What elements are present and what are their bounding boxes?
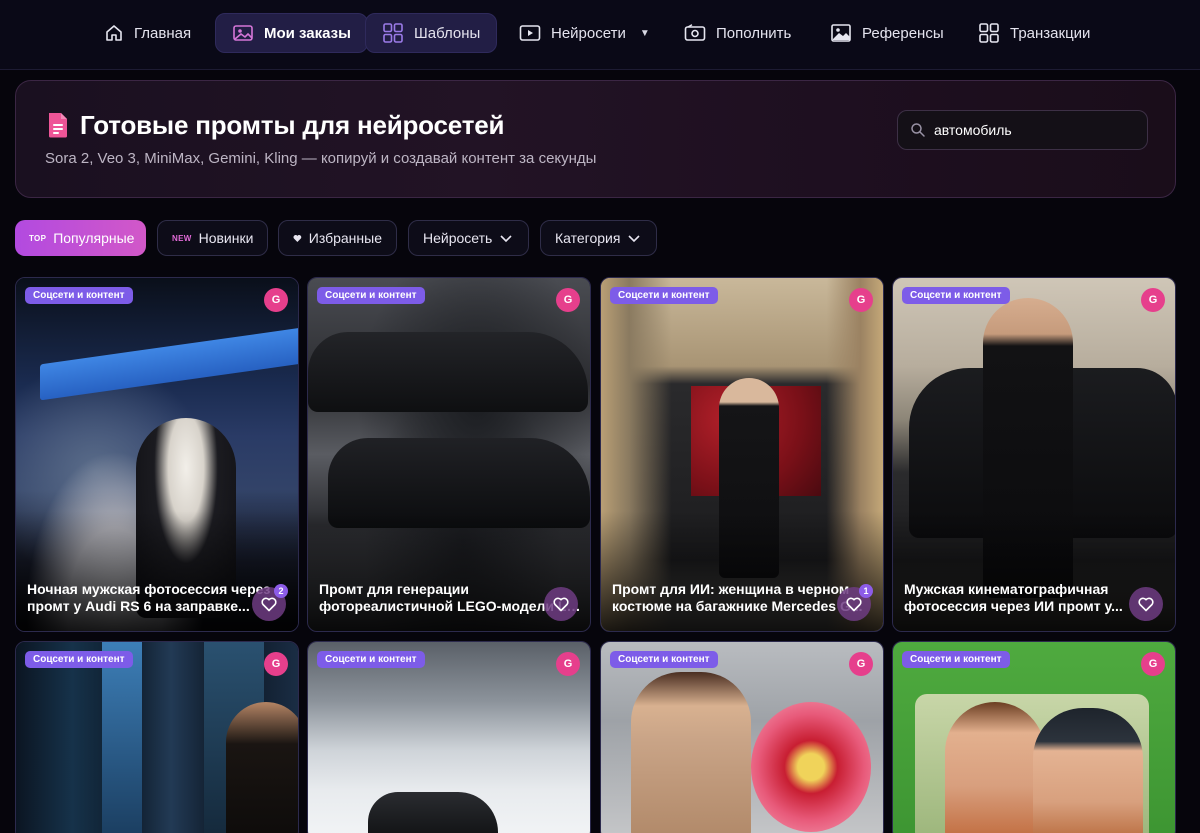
category-badge: Соцсети и контент: [902, 651, 1010, 668]
category-badge: Соцсети и контент: [610, 287, 718, 304]
nav-my-orders-label: Мои заказы: [264, 24, 351, 42]
hero-banner: Готовые промты для нейросетей Sora 2, Ve…: [15, 80, 1176, 198]
template-card[interactable]: Соцсети и контент G Промт для ИИ: женщин…: [600, 277, 884, 632]
like-count: 2: [274, 584, 288, 598]
card-title-line-1: Мужская кинематографичная: [904, 581, 1109, 597]
filter-network-label: Нейросеть: [423, 230, 493, 246]
nav-my-orders[interactable]: Мои заказы: [215, 13, 368, 53]
nav-transactions[interactable]: Транзакции: [962, 13, 1106, 53]
model-icon: G: [1141, 288, 1165, 312]
page-subtitle: Sora 2, Veo 3, MiniMax, Gemini, Kling — …: [45, 150, 597, 167]
filter-category-label: Категория: [555, 230, 621, 246]
card-title: Промт для генерации фотореалистичной LEG…: [319, 581, 581, 615]
template-card[interactable]: Соцсети и контент G: [307, 641, 591, 833]
favorite-button[interactable]: 2: [252, 584, 288, 621]
card-title-line-1: Промт для ИИ: женщина в черном: [612, 581, 850, 597]
template-card[interactable]: Соцсети и контент G: [892, 641, 1176, 833]
card-title-line-2: костюме на багажнике Mercedes G...: [612, 598, 863, 614]
chevron-down-icon: [628, 235, 641, 243]
heart-outline-icon: [261, 597, 277, 611]
model-icon: G: [1141, 652, 1165, 676]
top-tag: TOP: [29, 233, 47, 243]
like-count: 1: [859, 584, 873, 598]
card-title-line-2: фотосессия через ИИ промт у...: [904, 598, 1123, 614]
filter-popular-button[interactable]: TOP Популярные: [15, 220, 146, 256]
favorite-button[interactable]: [1129, 587, 1163, 621]
model-icon: G: [264, 652, 288, 676]
model-icon: G: [556, 652, 580, 676]
grid-icon: [979, 23, 999, 43]
favorite-button[interactable]: 1: [837, 584, 873, 621]
nav-top-up[interactable]: Пополнить: [668, 13, 807, 53]
heart-outline-icon: [553, 597, 569, 611]
heart-outline-icon: [1138, 597, 1154, 611]
nav-templates-label: Шаблоны: [414, 24, 481, 42]
filter-new-button[interactable]: NEW Новинки: [157, 220, 268, 256]
category-badge: Соцсети и контент: [902, 287, 1010, 304]
document-icon: [49, 113, 67, 138]
card-title-line-1: Промт для генерации: [319, 581, 469, 597]
nav-templates[interactable]: Шаблоны: [365, 13, 498, 53]
new-tag: NEW: [172, 233, 192, 243]
nav-home-label: Главная: [134, 24, 192, 42]
filter-favorites-button[interactable]: Избранные: [278, 220, 397, 256]
filter-popular-label: Популярные: [53, 230, 135, 246]
category-badge: Соцсети и контент: [317, 651, 425, 668]
chevron-down-icon: ▼: [639, 27, 650, 39]
card-title-line-2: промт у Audi RS 6 на заправке...: [27, 598, 250, 614]
card-title-line-2: фотореалистичной LEGO-модели LADA: [319, 598, 581, 614]
heart-icon: [293, 234, 302, 242]
category-badge: Соцсети и контент: [610, 651, 718, 668]
category-badge: Соцсети и контент: [25, 651, 133, 668]
play-icon: [519, 25, 541, 41]
heart-outline-icon: [846, 597, 862, 611]
nav-top-up-label: Пополнить: [716, 24, 792, 42]
model-icon: G: [849, 288, 873, 312]
filter-new-label: Новинки: [198, 230, 254, 246]
template-card[interactable]: Соцсети и контент G: [15, 641, 299, 833]
nav-home[interactable]: Главная: [88, 13, 207, 53]
picture-icon: [831, 24, 851, 42]
card-title: Ночная мужская фотосессия через ИИ промт…: [27, 581, 289, 615]
top-navigation: Главная Мои заказы Шаблоны Нейросети ▼ П…: [0, 0, 1200, 70]
card-title-line-1: Ночная мужская фотосессия через ИИ: [27, 581, 289, 597]
category-badge: Соцсети и контент: [25, 287, 133, 304]
filter-category-dropdown[interactable]: Категория: [540, 220, 657, 256]
page-title: Готовые промты для нейросетей: [80, 110, 505, 140]
nav-references-label: Референсы: [862, 24, 944, 42]
nav-transactions-label: Транзакции: [1010, 24, 1091, 42]
model-icon: G: [264, 288, 288, 312]
nav-neural-networks[interactable]: Нейросети ▼: [503, 13, 666, 53]
model-icon: G: [556, 288, 580, 312]
favorite-button[interactable]: [544, 587, 578, 621]
image-icon: [233, 25, 253, 41]
search-box: [897, 110, 1148, 150]
home-icon: [106, 25, 122, 41]
nav-references[interactable]: Референсы: [814, 13, 960, 53]
template-card[interactable]: Соцсети и контент G Промт для генерации …: [307, 277, 591, 632]
card-title: Промт для ИИ: женщина в черном костюме н…: [612, 581, 874, 615]
grid-icon: [383, 23, 403, 43]
category-badge: Соцсети и контент: [317, 287, 425, 304]
template-card[interactable]: Соцсети и контент G: [600, 641, 884, 833]
filter-favorites-label: Избранные: [308, 230, 382, 246]
filter-network-dropdown[interactable]: Нейросеть: [408, 220, 529, 256]
model-icon: G: [849, 652, 873, 676]
nav-neural-networks-label: Нейросети: [551, 24, 626, 42]
search-input[interactable]: [934, 122, 1124, 138]
search-icon: [911, 123, 925, 137]
chevron-down-icon: [500, 235, 512, 243]
template-card[interactable]: Соцсети и контент G Ночная мужская фотос…: [15, 277, 299, 632]
template-card[interactable]: Соцсети и контент G Мужская кинематограф…: [892, 277, 1176, 632]
card-title: Мужская кинематографичная фотосессия чер…: [904, 581, 1166, 615]
wallet-icon: [684, 24, 706, 41]
